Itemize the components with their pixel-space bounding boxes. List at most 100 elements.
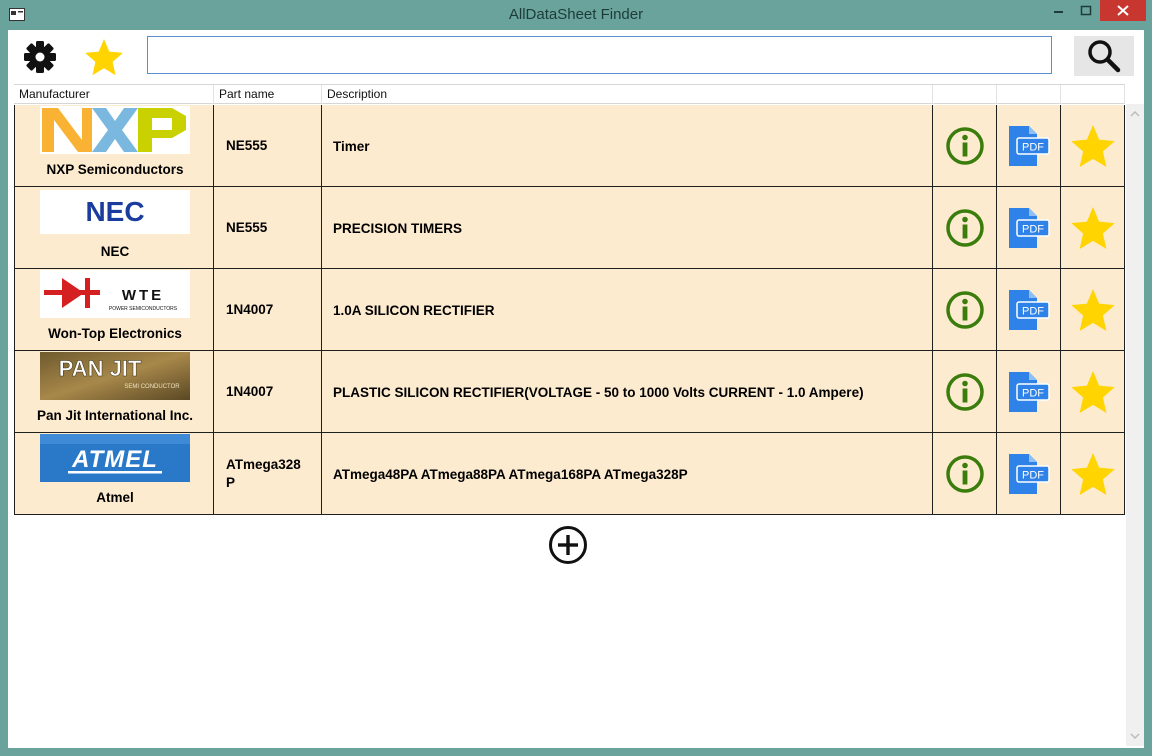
plus-circle-icon bbox=[549, 526, 587, 564]
favorite-button[interactable] bbox=[1061, 105, 1125, 187]
info-button[interactable] bbox=[933, 269, 997, 351]
add-row-button[interactable] bbox=[546, 523, 590, 567]
table-row[interactable]: WTE POWER SEMICONDUCTORS Won-Top Electro… bbox=[14, 269, 1125, 351]
pdf-cell: PDF bbox=[997, 105, 1061, 187]
part-name: 1N4007 bbox=[226, 384, 274, 399]
table-row[interactable]: NXP Semiconductors NE555 Timer PDF bbox=[14, 105, 1125, 187]
table-row[interactable]: NEC NEC NE555 PRECISION TIMERS PDF bbox=[14, 187, 1125, 269]
pdf-button[interactable]: PDF bbox=[997, 269, 1061, 351]
search-input[interactable] bbox=[147, 36, 1052, 74]
wte-logo-subtext: POWER SEMICONDUCTORS bbox=[109, 306, 178, 312]
close-button[interactable] bbox=[1100, 0, 1146, 21]
pdf-icon: PDF bbox=[1009, 208, 1050, 248]
favorite-button[interactable] bbox=[1061, 187, 1125, 269]
title-bar[interactable]: AllDataSheet Finder bbox=[0, 0, 1152, 30]
column-header-pdf[interactable] bbox=[997, 85, 1061, 104]
description-cell: ATmega48PA ATmega88PA ATmega168PA ATmega… bbox=[322, 433, 933, 515]
settings-button[interactable] bbox=[18, 36, 62, 78]
star-icon bbox=[1071, 125, 1115, 167]
info-cell bbox=[933, 351, 997, 433]
part-description: PRECISION TIMERS bbox=[333, 220, 463, 236]
scroll-down-icon[interactable] bbox=[1126, 729, 1144, 743]
favorite-cell bbox=[1061, 351, 1125, 433]
window-title: AllDataSheet Finder bbox=[508, 6, 644, 23]
column-header-part-name[interactable]: Part name bbox=[214, 85, 322, 104]
favorite-button[interactable] bbox=[1061, 269, 1125, 351]
pdf-cell: PDF bbox=[997, 433, 1061, 515]
pdf-button[interactable]: PDF bbox=[997, 187, 1061, 269]
wte-logo: WTE POWER SEMICONDUCTORS bbox=[40, 270, 190, 318]
column-header-info[interactable] bbox=[933, 85, 997, 104]
nec-logo-text: NEC bbox=[85, 196, 144, 227]
pdf-label: PDF bbox=[1022, 470, 1044, 482]
favorite-cell bbox=[1061, 269, 1125, 351]
info-cell bbox=[933, 433, 997, 515]
manufacturer-name: Atmel bbox=[96, 490, 134, 505]
description-cell: Timer bbox=[322, 105, 933, 187]
minimize-button[interactable] bbox=[1044, 0, 1072, 21]
vertical-scrollbar[interactable] bbox=[1126, 104, 1144, 746]
maximize-icon bbox=[1080, 5, 1092, 16]
part-name: NE555 bbox=[226, 138, 268, 153]
info-button[interactable] bbox=[933, 351, 997, 433]
minimize-icon bbox=[1054, 11, 1063, 13]
wte-logo-text: WTE bbox=[122, 287, 164, 304]
manufacturer-name: Pan Jit International Inc. bbox=[36, 408, 194, 423]
info-icon bbox=[946, 373, 984, 411]
favorite-button[interactable] bbox=[1061, 433, 1125, 515]
table-row[interactable]: PAN JIT SEMI CONDUCTOR Pan Jit Internati… bbox=[14, 351, 1125, 433]
panjit-logo-text: PAN JIT bbox=[59, 356, 142, 381]
manufacturer-name: NEC bbox=[100, 244, 130, 259]
favorites-button[interactable] bbox=[82, 36, 126, 78]
magnifier-icon bbox=[1088, 40, 1121, 73]
description-cell: PRECISION TIMERS bbox=[322, 187, 933, 269]
favorite-cell bbox=[1061, 433, 1125, 515]
column-header-description[interactable]: Description bbox=[322, 85, 933, 104]
column-header-manufacturer[interactable]: Manufacturer bbox=[14, 85, 214, 104]
results-grid: Manufacturer Part name Description NXP S… bbox=[14, 84, 1125, 746]
info-cell bbox=[933, 105, 997, 187]
pdf-button[interactable]: PDF bbox=[997, 105, 1061, 187]
part-cell: ATmega328P bbox=[214, 433, 322, 515]
manufacturer-cell: ATMEL Atmel bbox=[14, 433, 214, 515]
atmel-logo: ATMEL bbox=[40, 434, 190, 482]
part-description: PLASTIC SILICON RECTIFIER(VOLTAGE - 50 t… bbox=[333, 384, 864, 400]
part-description: Timer bbox=[333, 138, 370, 154]
part-description: ATmega48PA ATmega88PA ATmega168PA ATmega… bbox=[333, 466, 688, 482]
info-button[interactable] bbox=[933, 187, 997, 269]
pdf-label: PDF bbox=[1022, 142, 1044, 154]
star-icon bbox=[1071, 453, 1115, 495]
table-row[interactable]: ATMEL Atmel ATmega328P ATmega48PA ATmega… bbox=[14, 433, 1125, 515]
info-icon bbox=[946, 127, 984, 165]
manufacturer-cell: NEC NEC bbox=[14, 187, 214, 269]
favorite-cell bbox=[1061, 187, 1125, 269]
pdf-button[interactable]: PDF bbox=[997, 433, 1061, 515]
nxp-logo bbox=[40, 106, 190, 154]
maximize-button[interactable] bbox=[1072, 0, 1100, 21]
part-cell: 1N4007 bbox=[214, 351, 322, 433]
panjit-logo-subtext: SEMI CONDUCTOR bbox=[124, 384, 180, 390]
manufacturer-name: NXP Semiconductors bbox=[46, 162, 184, 177]
client-area: Manufacturer Part name Description NXP S… bbox=[8, 30, 1144, 748]
gear-icon bbox=[24, 41, 56, 73]
close-icon bbox=[1117, 5, 1129, 16]
nec-logo: NEC bbox=[40, 190, 190, 234]
column-header-favorite[interactable] bbox=[1061, 85, 1125, 104]
info-button[interactable] bbox=[933, 105, 997, 187]
panjit-logo: PAN JIT SEMI CONDUCTOR bbox=[40, 352, 190, 400]
pdf-label: PDF bbox=[1022, 306, 1044, 318]
pdf-button[interactable]: PDF bbox=[997, 351, 1061, 433]
pdf-cell: PDF bbox=[997, 269, 1061, 351]
pdf-icon: PDF bbox=[1009, 454, 1050, 494]
search-button[interactable] bbox=[1074, 36, 1134, 76]
scroll-up-icon[interactable] bbox=[1126, 107, 1144, 121]
info-button[interactable] bbox=[933, 433, 997, 515]
pdf-cell: PDF bbox=[997, 351, 1061, 433]
favorite-button[interactable] bbox=[1061, 351, 1125, 433]
pdf-cell: PDF bbox=[997, 187, 1061, 269]
star-icon bbox=[85, 39, 123, 76]
description-cell: PLASTIC SILICON RECTIFIER(VOLTAGE - 50 t… bbox=[322, 351, 933, 433]
atmel-logo-text: ATMEL bbox=[71, 446, 158, 473]
info-icon bbox=[946, 291, 984, 329]
favorite-cell bbox=[1061, 105, 1125, 187]
